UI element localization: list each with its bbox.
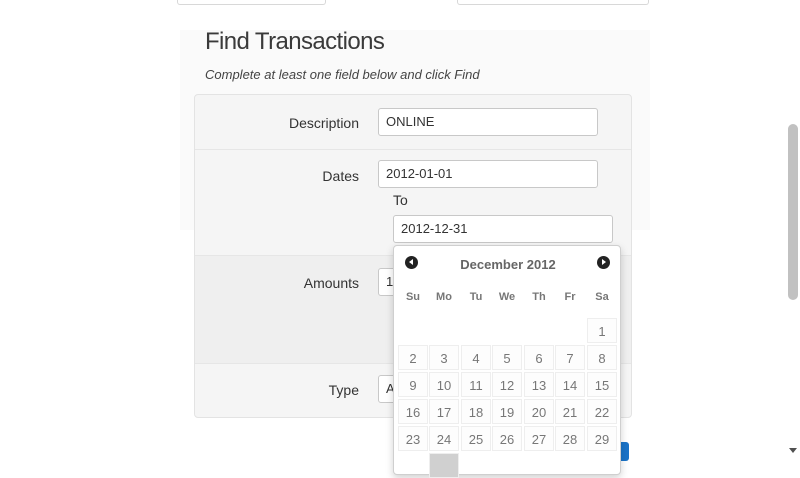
weekday-header: Sa (595, 291, 609, 303)
tab-left[interactable] (177, 0, 326, 5)
weekday-header: Fr (564, 291, 576, 303)
calendar-day[interactable]: 21 (555, 399, 585, 424)
calendar-day[interactable]: 28 (555, 426, 585, 451)
calendar-day[interactable]: 3 (429, 345, 459, 370)
calendar-day[interactable]: 10 (429, 372, 459, 397)
description-input[interactable]: ONLINE (378, 108, 598, 136)
calendar-day-highlighted[interactable] (429, 453, 459, 478)
weekday-header: Th (532, 291, 546, 303)
date-to-input[interactable]: 2012-12-31 (393, 215, 613, 243)
type-label: Type (328, 382, 359, 398)
scrollbar-thumb[interactable] (788, 124, 798, 300)
calendar-day[interactable]: 5 (492, 345, 522, 370)
calendar-day[interactable]: 4 (461, 345, 491, 370)
date-to-label: To (393, 192, 408, 208)
calendar-day[interactable]: 15 (587, 372, 617, 397)
calendar-day[interactable]: 23 (398, 426, 428, 451)
calendar-day[interactable]: 11 (461, 372, 491, 397)
calendar-day[interactable]: 16 (398, 399, 428, 424)
dates-label: Dates (322, 168, 359, 184)
next-month-icon[interactable] (597, 256, 610, 269)
calendar-day[interactable]: 24 (429, 426, 459, 451)
datepicker: December 2012 Su Mo Tu We Th Fr Sa 1 2 3 4 5 6 7 8 9 10 1… (393, 245, 621, 478)
weekday-header: Mo (436, 291, 452, 303)
calendar-day[interactable]: 14 (555, 372, 585, 397)
calendar-day[interactable]: 6 (524, 345, 554, 370)
page-subtitle: Complete at least one field below and cl… (205, 67, 480, 82)
calendar-day[interactable]: 17 (429, 399, 459, 424)
description-label: Description (288, 115, 359, 131)
calendar-day[interactable]: 2 (398, 345, 428, 370)
calendar-day[interactable]: 7 (555, 345, 585, 370)
calendar-day[interactable]: 18 (461, 399, 491, 424)
calendar-day[interactable]: 29 (587, 426, 617, 451)
date-from-input[interactable]: 2012-01-01 (378, 160, 598, 188)
calendar-day[interactable]: 25 (461, 426, 491, 451)
datepicker-month-title: December 2012 (460, 257, 556, 272)
calendar-day[interactable]: 19 (492, 399, 522, 424)
weekday-header: Su (405, 291, 421, 303)
calendar-day[interactable]: 12 (492, 372, 522, 397)
calendar-day[interactable]: 9 (398, 372, 428, 397)
calendar-day[interactable]: 26 (492, 426, 522, 451)
calendar-day[interactable]: 13 (524, 372, 554, 397)
scroll-down-arrow-icon[interactable] (789, 448, 797, 453)
amounts-label: Amounts (303, 275, 359, 291)
calendar-day[interactable]: 8 (587, 345, 617, 370)
weekday-header: We (498, 291, 516, 303)
calendar-day[interactable]: 1 (587, 318, 617, 343)
calendar-day[interactable]: 22 (587, 399, 617, 424)
page-title: Find Transactions (205, 28, 385, 55)
calendar-day[interactable]: 20 (524, 399, 554, 424)
calendar-day[interactable]: 27 (524, 426, 554, 451)
tab-right[interactable] (457, 0, 649, 5)
weekday-header: Tu (469, 291, 483, 303)
